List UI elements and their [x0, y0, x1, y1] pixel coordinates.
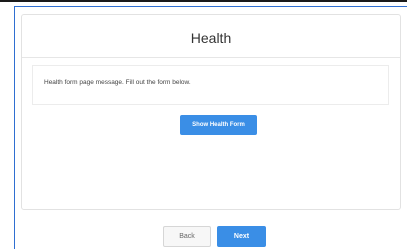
page-frame: Health Health form page message. Fill ou…	[14, 6, 407, 249]
next-button[interactable]: Next	[217, 226, 266, 247]
title-divider	[22, 57, 400, 58]
top-rule	[0, 0, 407, 2]
back-button[interactable]: Back	[163, 226, 211, 247]
wizard-footer: Back Next	[15, 216, 407, 250]
page-title: Health	[190, 30, 232, 46]
page-message: Health form page message. Fill out the f…	[44, 79, 191, 86]
health-card: Health Health form page message. Fill ou…	[21, 14, 401, 210]
message-panel: Health form page message. Fill out the f…	[32, 65, 389, 105]
show-health-form-button[interactable]: Show Health Form	[180, 115, 257, 135]
